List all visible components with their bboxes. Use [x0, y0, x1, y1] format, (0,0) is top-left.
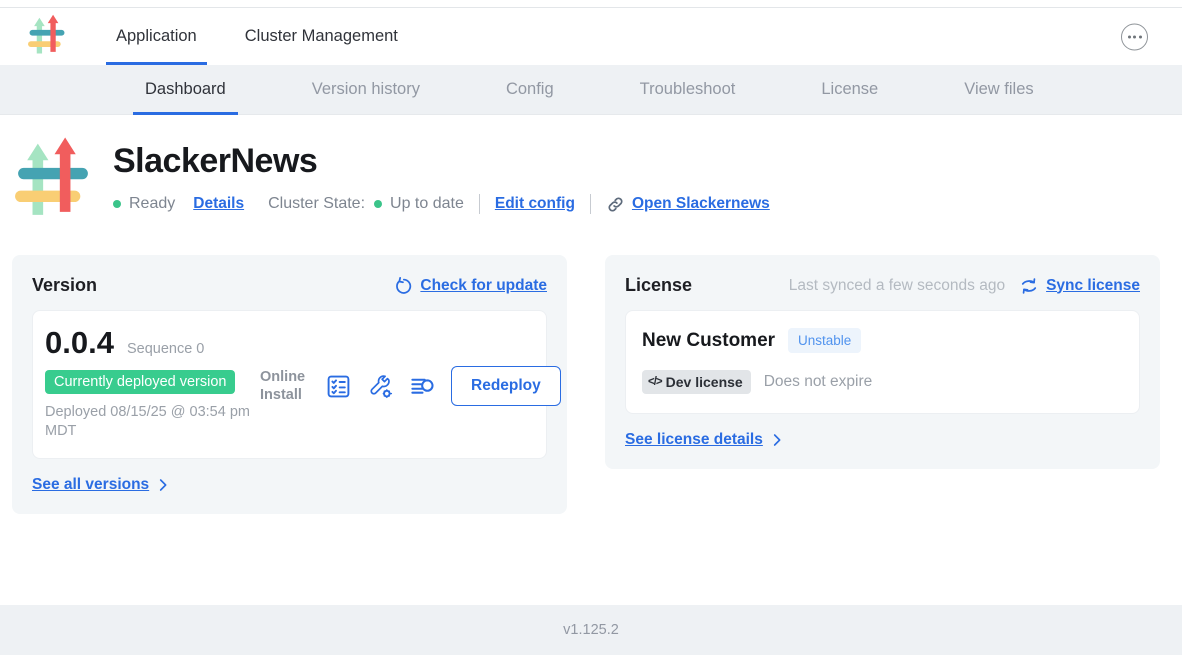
license-type-badge: </> Dev license [642, 370, 751, 394]
redeploy-button[interactable]: Redeploy [451, 366, 561, 406]
chevron-right-icon [769, 432, 785, 448]
page-title: SlackerNews [113, 142, 770, 181]
subtab-troubleshoot-label: Troubleshoot [640, 80, 736, 99]
dashboard-cards: Version Check for update [0, 224, 1182, 514]
chevron-right-icon [155, 477, 171, 493]
dashboard-main: SlackerNews Ready Details Cluster State:… [0, 115, 1182, 605]
open-app-link[interactable]: Open Slackernews [632, 195, 770, 213]
app-status-row: Ready Details Cluster State: Up to date … [113, 194, 770, 214]
version-number: 0.0.4 [45, 325, 114, 361]
license-expiry: Does not expire [764, 373, 873, 391]
cluster-state-value: Up to date [390, 195, 464, 213]
config-wrench-icon[interactable] [367, 373, 394, 400]
last-synced-label: Last synced a few seconds ago [789, 277, 1005, 295]
see-license-details-label: See license details [625, 431, 763, 449]
top-navbar: Application Cluster Management [0, 8, 1182, 65]
divider [590, 194, 591, 214]
app-ready-status-dot [113, 200, 121, 208]
window-top-divider [0, 0, 1182, 8]
subtab-troubleshoot[interactable]: Troubleshoot [628, 65, 748, 114]
tab-application[interactable]: Application [106, 8, 207, 65]
check-for-update-label: Check for update [420, 277, 547, 295]
see-all-versions-label: See all versions [32, 476, 149, 494]
subtab-license[interactable]: License [809, 65, 890, 114]
ellipsis-icon [1128, 35, 1131, 38]
customer-name: New Customer [642, 330, 775, 352]
see-license-details-link[interactable]: See license details [625, 431, 1140, 449]
admin-console-page: Application Cluster Management Dashboard… [0, 0, 1182, 655]
console-footer: v1.125.2 [0, 605, 1182, 655]
cluster-state-label: Cluster State: [268, 195, 365, 213]
overflow-menu-button[interactable] [1121, 23, 1148, 50]
channel-badge: Unstable [788, 328, 861, 353]
check-for-update-link[interactable]: Check for update [393, 276, 547, 296]
license-detail-panel: New Customer Unstable </> Dev license Do… [625, 310, 1140, 414]
edit-config-link[interactable]: Edit config [495, 195, 575, 213]
license-type-label: Dev license [666, 374, 743, 390]
subtab-version-history[interactable]: Version history [300, 65, 432, 114]
subtab-dashboard-label: Dashboard [145, 80, 226, 99]
app-logo [15, 136, 91, 224]
sequence-label: Sequence 0 [127, 341, 204, 357]
tab-application-label: Application [116, 27, 197, 46]
tab-cluster-management-label: Cluster Management [245, 27, 398, 46]
deployed-timestamp: Deployed 08/15/25 @ 03:54 pm MDT [45, 403, 260, 442]
license-card: License Last synced a few seconds ago Sy… [605, 255, 1160, 469]
subtab-dashboard[interactable]: Dashboard [133, 65, 238, 114]
version-card-title: Version [32, 275, 97, 296]
cluster-state-dot [374, 200, 382, 208]
preflight-checks-icon[interactable] [325, 373, 352, 400]
sync-license-link[interactable]: Sync license [1019, 276, 1140, 296]
code-icon: </> [648, 376, 662, 388]
subtab-view-files[interactable]: View files [952, 65, 1045, 114]
app-header: SlackerNews Ready Details Cluster State:… [15, 136, 1182, 224]
sync-arrows-icon [1019, 276, 1039, 296]
refresh-icon [393, 276, 413, 296]
status-details-link[interactable]: Details [193, 195, 244, 213]
version-card: Version Check for update [12, 255, 567, 514]
subtab-version-history-label: Version history [312, 80, 420, 99]
primary-nav: Application Cluster Management [106, 8, 436, 65]
console-version: v1.125.2 [563, 622, 619, 638]
subtab-config-label: Config [506, 80, 554, 99]
install-type-label: Online Install [260, 368, 310, 404]
tab-cluster-management[interactable]: Cluster Management [235, 8, 408, 65]
current-version-panel: 0.0.4 Sequence 0 Currently deployed vers… [32, 310, 547, 459]
slackernews-logo-icon [28, 14, 66, 58]
subtab-view-files-label: View files [964, 80, 1033, 99]
see-all-versions-link[interactable]: See all versions [32, 476, 547, 494]
deploy-logs-icon[interactable] [409, 373, 436, 400]
app-subnav: Dashboard Version history Config Trouble… [0, 65, 1182, 115]
subtab-config[interactable]: Config [494, 65, 566, 114]
sync-license-label: Sync license [1046, 277, 1140, 295]
app-ready-label: Ready [129, 195, 175, 213]
currently-deployed-badge: Currently deployed version [45, 370, 235, 394]
subtab-license-label: License [821, 80, 878, 99]
license-card-title: License [625, 275, 692, 296]
external-link-chain-icon [606, 195, 625, 214]
divider [479, 194, 480, 214]
